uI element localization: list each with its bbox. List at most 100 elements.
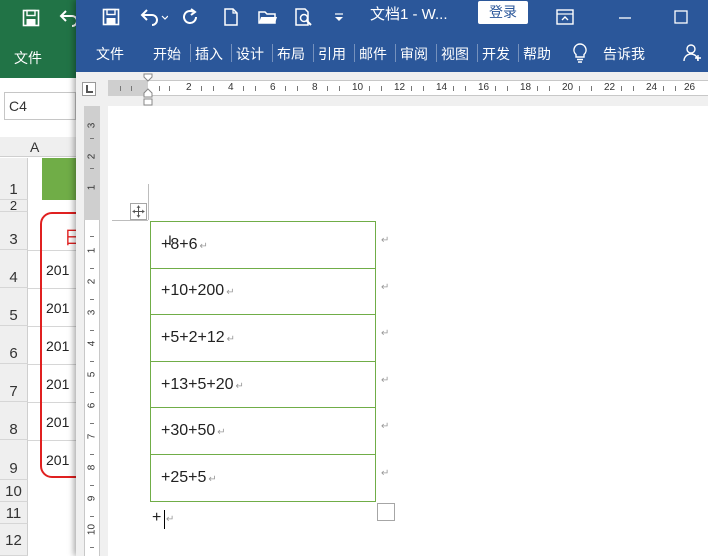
table-cell[interactable]: +30+50 ↵ xyxy=(150,407,376,455)
redo-icon[interactable] xyxy=(180,4,202,30)
cell-text: +25+5 xyxy=(161,468,207,486)
paragraph-mark: ↵ xyxy=(226,333,236,345)
excel-row-header[interactable]: 2 xyxy=(0,199,28,212)
table-row: +13+5+20 ↵ xyxy=(150,360,376,409)
tell-me-search[interactable]: 告诉我 xyxy=(603,44,645,64)
save-icon[interactable] xyxy=(100,4,122,30)
customize-dropdown-icon[interactable] xyxy=(330,4,348,30)
excel-cell[interactable]: 201 xyxy=(46,300,69,316)
ruler-number: 24 xyxy=(646,82,658,93)
excel-column-a-header[interactable]: A xyxy=(30,139,39,155)
table-cell[interactable]: +13+5+20 ↵ xyxy=(150,360,376,409)
crop-mark xyxy=(112,220,148,221)
excel-row-header[interactable]: 4 xyxy=(0,250,28,288)
row-end-mark: ↵ xyxy=(381,421,390,432)
move-arrows-icon xyxy=(132,205,145,218)
ruler-number: 16 xyxy=(478,82,490,93)
vertical-ruler-number: 10 xyxy=(86,523,98,536)
print-preview-icon[interactable] xyxy=(292,4,316,30)
excel-row-header[interactable]: 12 xyxy=(0,524,28,556)
excel-row-header[interactable]: 6 xyxy=(0,326,28,364)
cell-text: +8+6 xyxy=(161,235,198,253)
vertical-ruler-number: 9 xyxy=(86,495,98,502)
new-document-icon[interactable] xyxy=(220,4,242,30)
document-table[interactable]: +8+6 ↵ +10+200 ↵ +5+2+12 ↵ +13+5+20 ↵ +30+50… xyxy=(150,221,376,502)
tab-file[interactable]: 文件 xyxy=(96,44,124,64)
table-cell[interactable]: +8+6 ↵ xyxy=(150,221,376,269)
tab-separator xyxy=(395,44,396,62)
paragraph-text[interactable]: + xyxy=(152,509,161,527)
tab-separator xyxy=(518,44,519,62)
lightbulb-icon[interactable] xyxy=(570,40,590,66)
tab-review[interactable]: 审阅 xyxy=(400,44,428,64)
paragraph-mark: ↵ xyxy=(199,240,208,252)
tab-developer[interactable]: 开发 xyxy=(482,44,510,64)
undo-icon[interactable] xyxy=(136,4,170,30)
excel-cell[interactable]: 201 xyxy=(46,338,69,354)
open-folder-icon[interactable] xyxy=(256,4,280,30)
vertical-ruler-number: 2 xyxy=(86,153,98,160)
tab-design[interactable]: 设计 xyxy=(236,44,264,64)
table-cell[interactable]: +5+2+12 ↵ xyxy=(150,314,376,362)
ruler-number: 20 xyxy=(562,82,574,93)
crop-mark xyxy=(148,184,149,220)
excel-row-header[interactable]: 1 xyxy=(0,158,28,200)
excel-name-box[interactable]: C4 xyxy=(4,92,76,120)
excel-cell[interactable]: 201 xyxy=(46,414,69,430)
table-cell[interactable]: +25+5 ↵ xyxy=(150,453,376,502)
tab-selector-icon[interactable] xyxy=(82,82,96,96)
excel-header-fill xyxy=(42,158,80,200)
row-end-mark: ↵ xyxy=(381,235,390,246)
document-title: 文档1 - W... xyxy=(370,6,448,23)
table-move-handle[interactable] xyxy=(130,203,147,220)
ruler-number: 18 xyxy=(520,82,532,93)
paragraph-mark: ↵ xyxy=(166,514,175,525)
indent-marker-icon[interactable] xyxy=(143,73,153,107)
table-cell[interactable]: +10+200 ↵ xyxy=(150,267,376,316)
vertical-ruler-number: 3 xyxy=(86,309,98,316)
tab-layout[interactable]: 布局 xyxy=(277,44,305,64)
excel-row-header[interactable]: 11 xyxy=(0,502,28,524)
excel-row-header[interactable]: 5 xyxy=(0,288,28,326)
tab-separator xyxy=(190,44,191,62)
excel-row-header[interactable]: 8 xyxy=(0,402,28,440)
excel-row-header[interactable]: 7 xyxy=(0,364,28,402)
maximize-icon[interactable] xyxy=(670,4,692,30)
tab-insert[interactable]: 插入 xyxy=(195,44,223,64)
tab-help[interactable]: 帮助 xyxy=(523,44,551,64)
share-user-icon[interactable] xyxy=(682,40,704,66)
ruler-number: 6 xyxy=(270,82,276,93)
vertical-ruler-number: 1 xyxy=(86,247,98,254)
excel-cell[interactable]: 201 xyxy=(46,452,69,468)
vertical-ruler-number: 6 xyxy=(86,402,98,409)
cell-text: +10+200 xyxy=(161,282,225,300)
excel-row-header[interactable]: 3 xyxy=(0,212,28,250)
excel-title-bar xyxy=(0,0,80,36)
excel-row-header[interactable]: 10 xyxy=(0,480,28,502)
table-row: +30+50 ↵ xyxy=(150,407,376,455)
tab-separator xyxy=(477,44,478,62)
table-resize-handle[interactable] xyxy=(377,503,395,521)
tab-view[interactable]: 视图 xyxy=(441,44,469,64)
ruler-number: 26 xyxy=(684,82,696,93)
vertical-ruler-number: 8 xyxy=(86,464,98,471)
ibeam-cursor-icon: I xyxy=(168,232,172,248)
excel-file-tab[interactable]: 文件 xyxy=(14,48,42,68)
ruler-left-margin xyxy=(108,80,148,96)
excel-cell[interactable]: 201 xyxy=(46,376,69,392)
excel-cell[interactable]: 201 xyxy=(46,262,69,278)
tab-home[interactable]: 开始 xyxy=(153,44,181,64)
tab-separator xyxy=(313,44,314,62)
vertical-ruler-number: 2 xyxy=(86,278,98,285)
ribbon-display-options-icon[interactable] xyxy=(554,4,576,30)
excel-row-header[interactable]: 9 xyxy=(0,440,28,480)
excel-save-icon[interactable] xyxy=(22,9,40,27)
tab-separator xyxy=(436,44,437,62)
minimize-icon[interactable] xyxy=(614,4,636,30)
table-row: +5+2+12 ↵ xyxy=(150,314,376,362)
tab-references[interactable]: 引用 xyxy=(318,44,346,64)
login-button[interactable]: 登录 xyxy=(478,1,528,24)
vertical-ruler-number: 5 xyxy=(86,371,98,378)
horizontal-ruler[interactable] xyxy=(108,80,708,96)
tab-mailings[interactable]: 邮件 xyxy=(359,44,387,64)
